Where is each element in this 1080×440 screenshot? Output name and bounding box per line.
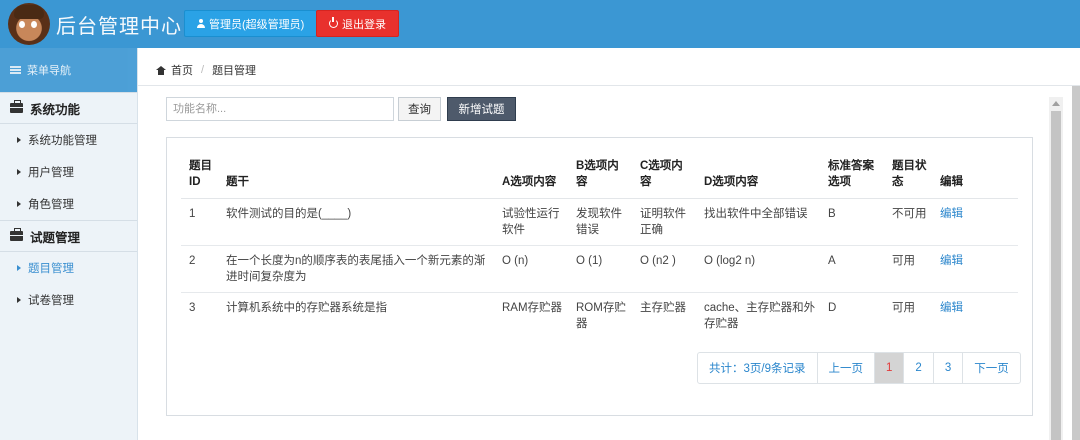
table-row: 1 软件测试的目的是(____) 试验性运行软件 发现软件错误 证明软件正确 找…	[181, 198, 1018, 246]
sidebar-nav-header-label: 菜单导航	[27, 65, 71, 77]
caret-right-icon	[17, 201, 21, 207]
caret-right-icon	[17, 297, 21, 303]
sidebar-item-label: 系统功能管理	[28, 135, 97, 147]
sidebar-item-system-function[interactable]: 系统功能管理	[0, 124, 137, 156]
vertical-scrollbar[interactable]	[1049, 97, 1063, 440]
page-button-1[interactable]: 1	[875, 353, 905, 383]
cell-option-c: 证明软件正确	[632, 198, 696, 246]
sidebar-item-users[interactable]: 用户管理	[0, 156, 137, 188]
caret-right-icon	[17, 137, 21, 143]
caret-right-icon	[17, 169, 21, 175]
cell-stem: 计算机系统中的存贮器系统是指	[226, 302, 387, 314]
pagination: 共计：3页/9条记录 上一页 1 2 3 下一页	[697, 352, 1021, 384]
question-table: 题目ID 题干 A选项内容 B选项内容 C选项内容 D选项内容 标准答案选项 题…	[181, 158, 1018, 339]
logout-button-label: 退出登录	[342, 18, 386, 31]
page-button-2[interactable]: 2	[904, 353, 934, 383]
cell-option-d: O (log2 n)	[696, 245, 820, 293]
cell-option-b: ROM存贮器	[576, 302, 626, 330]
column-header: D选项内容	[696, 158, 820, 199]
cell-answer: B	[820, 198, 884, 246]
cell-id: 3	[189, 302, 196, 314]
cell-id: 2	[181, 245, 218, 293]
sidebar-item-question-management[interactable]: 题目管理	[0, 252, 137, 284]
cell-status: 不可用	[884, 198, 932, 246]
sidebar-item-paper-management[interactable]: 试卷管理	[0, 284, 137, 316]
user-icon	[197, 19, 205, 28]
sidebar-group-label: 系统功能	[30, 102, 81, 117]
cell-stem: 软件测试的目的是(____)	[218, 198, 494, 246]
home-icon	[156, 65, 166, 75]
admin-button-label: 管理员(超级管理员)	[209, 18, 305, 31]
window-edge	[1072, 86, 1080, 440]
logout-button[interactable]: 退出登录	[316, 10, 399, 37]
cell-answer: D	[828, 302, 837, 314]
power-icon	[329, 17, 338, 28]
sidebar-group-system[interactable]: 系统功能	[0, 92, 137, 124]
table-row: 2 在一个长度为n的顺序表的表尾插入一个新元素的渐进时间复杂度为 O (n) O…	[181, 245, 1018, 293]
pagination-info: 共计：3页/9条记录	[698, 353, 818, 383]
page-button-3[interactable]: 3	[934, 353, 964, 383]
briefcase-icon	[10, 100, 23, 113]
cell-option-b: 发现软件错误	[568, 198, 632, 246]
table-row: 3 计算机系统中的存贮器系统是指 RAM存贮器 ROM存贮器 主存贮器 cach…	[181, 293, 1018, 340]
cell-status: 可用	[884, 245, 932, 293]
breadcrumb-separator: /	[201, 64, 205, 76]
breadcrumb-home[interactable]: 首页	[171, 62, 193, 78]
table-header-row: 题目ID 题干 A选项内容 B选项内容 C选项内容 D选项内容 标准答案选项 题…	[181, 158, 1018, 199]
breadcrumb: 首页 / 题目管理	[156, 62, 256, 78]
column-header: B选项内容	[568, 158, 632, 199]
prev-page-button[interactable]: 上一页	[818, 353, 875, 383]
sidebar-item-roles[interactable]: 角色管理	[0, 188, 137, 220]
cell-option-c: 主存贮器	[640, 302, 686, 314]
menu-icon	[10, 65, 21, 75]
column-header: C选项内容	[632, 158, 696, 199]
cell-option-a: O (n)	[494, 245, 568, 293]
caret-right-icon	[17, 265, 21, 271]
edit-link[interactable]: 编辑	[940, 302, 963, 314]
column-header: 标准答案选项	[820, 158, 884, 199]
column-header: 编辑	[932, 158, 1018, 199]
breadcrumb-current: 题目管理	[212, 65, 257, 77]
avatar	[8, 3, 50, 45]
top-bar: 后台管理中心 管理员(超级管理员) 退出登录	[0, 0, 1080, 48]
edit-link[interactable]: 编辑	[940, 208, 963, 220]
query-button[interactable]: 查询	[398, 97, 441, 121]
add-question-button[interactable]: 新增试题	[447, 97, 516, 121]
column-header: 题干	[218, 158, 494, 199]
cell-status: 可用	[892, 302, 915, 314]
sidebar-group-label: 试题管理	[30, 230, 81, 245]
cell-answer: A	[820, 245, 884, 293]
scroll-thumb[interactable]	[1051, 111, 1061, 440]
sidebar-item-label: 用户管理	[28, 167, 74, 179]
sidebar-group-questions[interactable]: 试题管理	[0, 220, 137, 252]
briefcase-icon	[10, 228, 23, 241]
cell-option-a: RAM存贮器	[502, 302, 563, 314]
cell-stem: 在一个长度为n的顺序表的表尾插入一个新元素的渐进时间复杂度为	[218, 245, 494, 293]
cell-option-d: cache、主存贮器和外存贮器	[704, 302, 816, 330]
sidebar-nav-header: 菜单导航	[0, 48, 137, 92]
sidebar-item-label: 试卷管理	[28, 295, 74, 307]
sidebar-item-label: 角色管理	[28, 199, 74, 211]
cell-option-d: 找出软件中全部错误	[696, 198, 820, 246]
logo: 后台管理中心	[8, 3, 182, 45]
next-page-button[interactable]: 下一页	[963, 353, 1020, 383]
column-header: 题目状态	[884, 158, 932, 199]
column-header: A选项内容	[494, 158, 568, 199]
cell-option-c: O (n2 )	[632, 245, 696, 293]
sidebar-item-label: 题目管理	[28, 263, 74, 275]
divider	[138, 85, 1080, 86]
search-input[interactable]	[166, 97, 394, 121]
scroll-up-arrow-icon[interactable]	[1052, 101, 1060, 106]
cell-option-b: O (1)	[568, 245, 632, 293]
admin-button[interactable]: 管理员(超级管理员)	[184, 10, 318, 37]
app-title: 后台管理中心	[56, 13, 182, 38]
edit-link[interactable]: 编辑	[940, 255, 963, 267]
column-header: 题目ID	[181, 158, 218, 199]
cell-id: 1	[181, 198, 218, 246]
question-table-panel: 题目ID 题干 A选项内容 B选项内容 C选项内容 D选项内容 标准答案选项 题…	[166, 137, 1033, 416]
sidebar: 菜单导航 系统功能 系统功能管理 用户管理 角色管理 试题管理 题目管理 试卷管…	[0, 48, 138, 440]
cell-option-a: 试验性运行软件	[494, 198, 568, 246]
